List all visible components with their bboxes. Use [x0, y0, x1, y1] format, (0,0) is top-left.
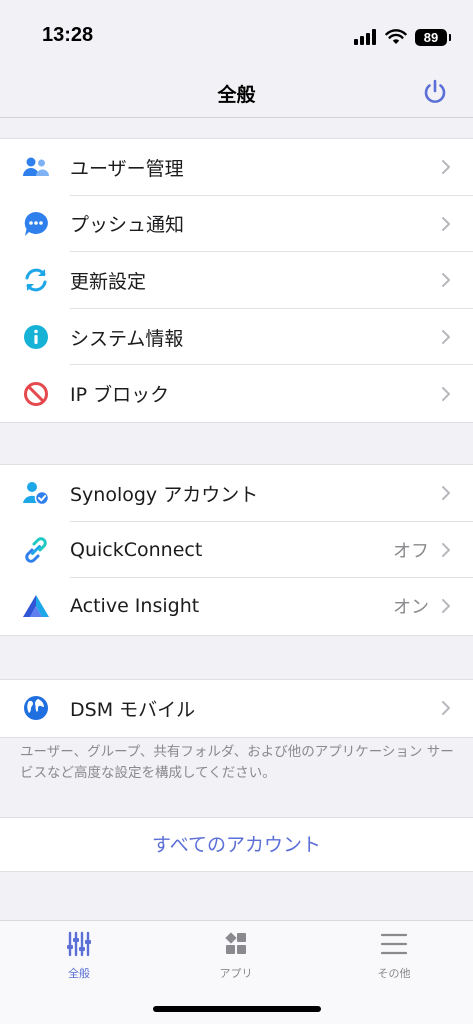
settings-group-account: Synology アカウント QuickConnect オフ Active In… [0, 464, 473, 636]
row-label: 更新設定 [70, 270, 147, 293]
row-user-management[interactable]: ユーザー管理 [0, 139, 473, 196]
chevron-right-icon [442, 330, 450, 345]
chevron-right-icon [442, 216, 450, 231]
battery-indicator: 89 [415, 28, 451, 46]
globe-icon [22, 694, 50, 722]
active-insight-icon [22, 592, 50, 620]
settings-group-general: ユーザー管理 プッシュ通知 更新設定 システム情報 IP ブロック [0, 138, 473, 423]
footnote-text: ユーザー、グループ、共有フォルダ、および他のアプリケーション サービスなど高度な… [20, 744, 454, 781]
link-icon [22, 536, 50, 564]
chevron-right-icon [442, 386, 450, 401]
signal-bars-icon [354, 29, 376, 45]
row-synology-account[interactable]: Synology アカウント [0, 465, 473, 522]
row-label: プッシュ通知 [70, 214, 185, 237]
row-push-notification[interactable]: プッシュ通知 [0, 196, 473, 253]
tab-apps[interactable]: アプリ [186, 931, 286, 981]
tab-label: 全般 [68, 967, 90, 980]
row-quickconnect[interactable]: QuickConnect オフ [0, 522, 473, 579]
row-dsm-mobile[interactable]: DSM モバイル [0, 680, 473, 737]
navigation-bar: 全般 [0, 70, 473, 118]
row-label: Synology アカウント [70, 483, 259, 506]
power-icon[interactable] [419, 76, 451, 108]
page-title: 全般 [217, 84, 256, 106]
row-label: DSM モバイル [70, 698, 196, 721]
users-icon [22, 153, 50, 181]
row-label: QuickConnect [70, 538, 203, 561]
row-system-info[interactable]: システム情報 [0, 309, 473, 366]
menu-icon [380, 933, 408, 955]
chat-bubble-icon [22, 210, 50, 238]
row-value: オン [393, 597, 429, 619]
settings-group-dsm: DSM モバイル [0, 679, 473, 738]
row-label: Active Insight [70, 595, 200, 618]
row-active-insight[interactable]: Active Insight オン [0, 578, 473, 635]
refresh-icon [22, 266, 50, 294]
row-label: IP ブロック [70, 384, 170, 407]
sliders-icon [67, 931, 91, 957]
apps-grid-icon [225, 932, 246, 954]
home-indicator[interactable] [153, 1006, 321, 1012]
wifi-icon [385, 29, 407, 44]
chevron-right-icon [442, 701, 450, 716]
chevron-right-icon [442, 599, 450, 614]
row-ip-block[interactable]: IP ブロック [0, 365, 473, 422]
chevron-right-icon [442, 542, 450, 557]
status-bar: 13:28 89 [0, 0, 473, 70]
tab-label: その他 [377, 967, 411, 980]
chevron-right-icon [442, 273, 450, 288]
all-accounts-button[interactable]: すべてのアカウント [0, 817, 473, 872]
block-icon [22, 380, 50, 408]
row-label: ユーザー管理 [70, 157, 184, 180]
row-label: システム情報 [70, 327, 184, 350]
chevron-right-icon [442, 486, 450, 501]
row-update-settings[interactable]: 更新設定 [0, 252, 473, 309]
info-icon [22, 323, 50, 351]
status-icons: 89 [353, 26, 451, 48]
account-check-icon [22, 479, 50, 507]
chevron-right-icon [442, 160, 450, 175]
row-value: オフ [393, 540, 429, 562]
tab-label: アプリ [219, 967, 253, 980]
tab-general[interactable]: 全般 [29, 931, 129, 981]
status-time: 13:28 [42, 24, 94, 46]
tab-others[interactable]: その他 [344, 931, 444, 981]
